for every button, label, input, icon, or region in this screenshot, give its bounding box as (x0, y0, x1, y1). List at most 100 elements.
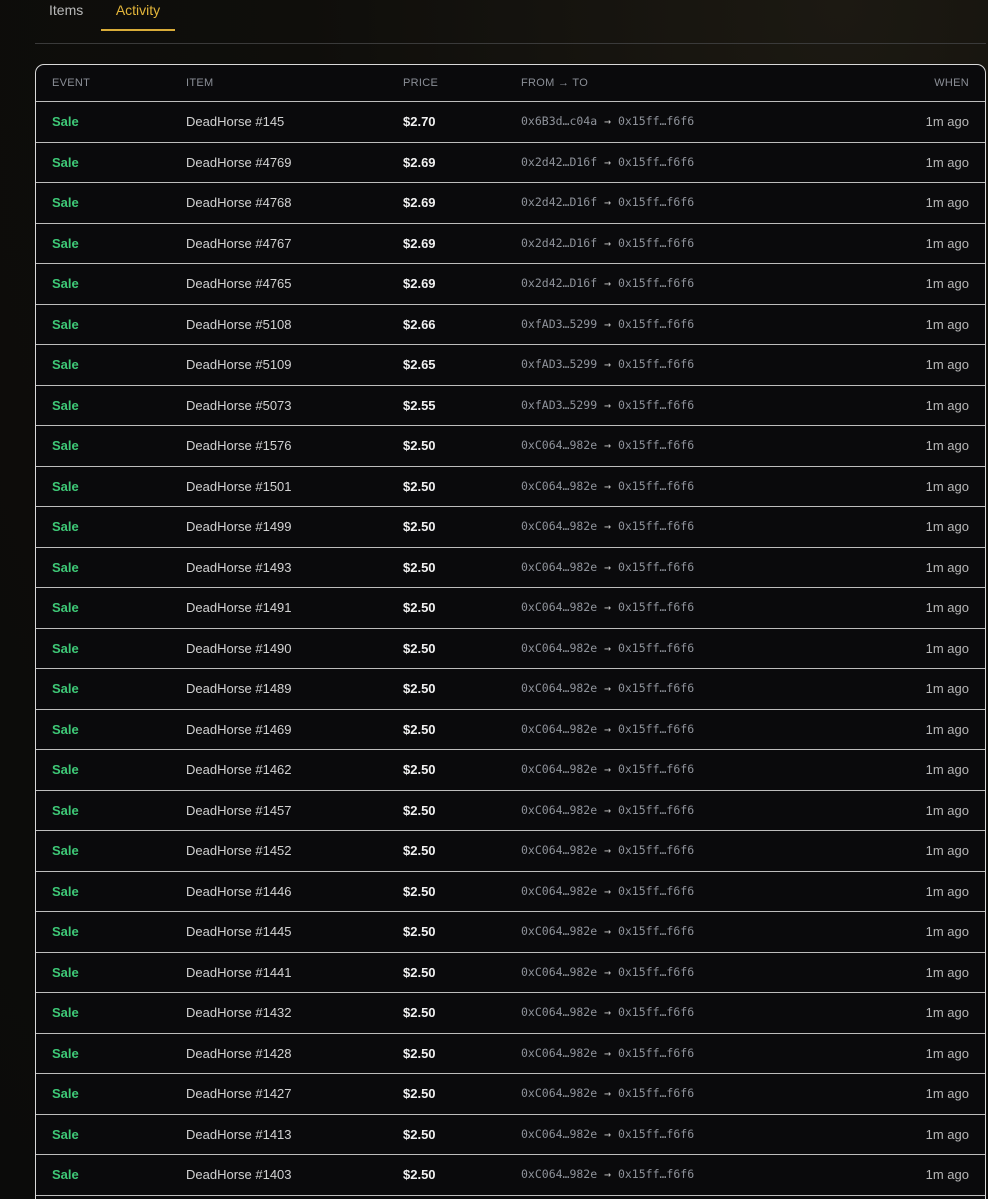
from-to-addresses[interactable]: 0xC064…982e → 0x15ff…f6f6 (521, 479, 694, 493)
to-address[interactable]: 0x15ff…f6f6 (618, 560, 694, 574)
table-row[interactable]: Sale DeadHorse #5108 $2.66 0xfAD3…5299 → 0x… (36, 305, 985, 345)
from-to-addresses[interactable]: 0xC064…982e → 0x15ff…f6f6 (521, 600, 694, 614)
item-link[interactable]: DeadHorse #1432 (186, 1005, 292, 1020)
from-address[interactable]: 0xC064…982e (521, 965, 597, 979)
from-address[interactable]: 0xC064…982e (521, 1046, 597, 1060)
from-address[interactable]: 0xC064…982e (521, 438, 597, 452)
item-link[interactable]: DeadHorse #1452 (186, 843, 292, 858)
table-row[interactable]: Sale DeadHorse #1469 $2.50 0xC064…982e → 0x… (36, 710, 985, 750)
table-row[interactable]: Sale DeadHorse #1576 $2.50 0xC064…982e → 0x… (36, 426, 985, 467)
from-address[interactable]: 0xC064…982e (521, 681, 597, 695)
table-row[interactable]: Sale DeadHorse #1462 $2.50 0xC064…982e → 0x… (36, 750, 985, 791)
table-row[interactable]: Sale DeadHorse #1490 $2.50 0xC064…982e → 0x… (36, 629, 985, 669)
to-address[interactable]: 0x15ff…f6f6 (618, 317, 694, 331)
table-row[interactable]: Sale DeadHorse #4767 $2.69 0x2d42…D16f → 0x… (36, 224, 985, 264)
item-link[interactable]: DeadHorse #1462 (186, 762, 292, 777)
to-address[interactable]: 0x15ff…f6f6 (618, 236, 694, 250)
to-address[interactable]: 0x15ff…f6f6 (618, 479, 694, 493)
item-link[interactable]: DeadHorse #4768 (186, 195, 292, 210)
from-address[interactable]: 0x2d42…D16f (521, 195, 597, 209)
to-address[interactable]: 0x15ff…f6f6 (618, 1127, 694, 1141)
to-address[interactable]: 0x15ff…f6f6 (618, 600, 694, 614)
from-address[interactable]: 0xC064…982e (521, 884, 597, 898)
from-address[interactable]: 0xC064…982e (521, 803, 597, 817)
table-row[interactable]: Sale DeadHorse #1489 $2.50 0xC064…982e → 0x… (36, 669, 985, 710)
from-address[interactable]: 0xC064…982e (521, 641, 597, 655)
to-address[interactable]: 0x15ff…f6f6 (618, 924, 694, 938)
item-link[interactable]: DeadHorse #1403 (186, 1167, 292, 1182)
tab-items[interactable]: Items (49, 0, 83, 31)
item-link[interactable]: DeadHorse #5073 (186, 398, 292, 413)
from-address[interactable]: 0xC064…982e (521, 843, 597, 857)
from-address[interactable]: 0x2d42…D16f (521, 236, 597, 250)
item-link[interactable]: DeadHorse #1499 (186, 519, 292, 534)
from-address[interactable]: 0x6B3d…c04a (521, 114, 597, 128)
table-row[interactable]: Sale DeadHorse #1499 $2.50 0xC064…982e → 0x… (36, 507, 985, 548)
to-address[interactable]: 0x15ff…f6f6 (618, 519, 694, 533)
from-to-addresses[interactable]: 0xfAD3…5299 → 0x15ff…f6f6 (521, 317, 694, 331)
from-to-addresses[interactable]: 0xC064…982e → 0x15ff…f6f6 (521, 762, 694, 776)
from-to-addresses[interactable]: 0xC064…982e → 0x15ff…f6f6 (521, 722, 694, 736)
to-address[interactable]: 0x15ff…f6f6 (618, 155, 694, 169)
from-to-addresses[interactable]: 0xC064…982e → 0x15ff…f6f6 (521, 1086, 694, 1100)
table-row[interactable]: Sale DeadHorse #1432 $2.50 0xC064…982e → 0x… (36, 993, 985, 1034)
from-to-addresses[interactable]: 0xC064…982e → 0x15ff…f6f6 (521, 924, 694, 938)
item-link[interactable]: DeadHorse #1501 (186, 479, 292, 494)
table-row[interactable]: Sale DeadHorse #1428 $2.50 0xC064…982e → 0x… (36, 1034, 985, 1074)
to-address[interactable]: 0x15ff…f6f6 (618, 681, 694, 695)
from-address[interactable]: 0xC064…982e (521, 1167, 597, 1181)
item-link[interactable]: DeadHorse #1490 (186, 641, 292, 656)
from-to-addresses[interactable]: 0xfAD3…5299 → 0x15ff…f6f6 (521, 398, 694, 412)
from-address[interactable]: 0xC064…982e (521, 1086, 597, 1100)
to-address[interactable]: 0x15ff…f6f6 (618, 195, 694, 209)
table-row[interactable]: Sale DeadHorse #4769 $2.69 0x2d42…D16f → 0x… (36, 143, 985, 183)
item-link[interactable]: DeadHorse #1491 (186, 600, 292, 615)
from-address[interactable]: 0xfAD3…5299 (521, 357, 597, 371)
from-address[interactable]: 0xfAD3…5299 (521, 398, 597, 412)
to-address[interactable]: 0x15ff…f6f6 (618, 398, 694, 412)
from-to-addresses[interactable]: 0x2d42…D16f → 0x15ff…f6f6 (521, 155, 694, 169)
table-row[interactable]: Sale DeadHorse #5109 $2.65 0xfAD3…5299 → 0x… (36, 345, 985, 386)
to-address[interactable]: 0x15ff…f6f6 (618, 357, 694, 371)
to-address[interactable]: 0x15ff…f6f6 (618, 884, 694, 898)
tab-activity[interactable]: Activity (101, 0, 175, 31)
table-row[interactable]: Sale DeadHorse #1446 $2.50 0xC064…982e → 0x… (36, 872, 985, 912)
table-row[interactable]: Sale DeadHorse #1493 $2.50 0xC064…982e → 0x… (36, 548, 985, 588)
to-address[interactable]: 0x15ff…f6f6 (618, 276, 694, 290)
from-address[interactable]: 0xfAD3…5299 (521, 317, 597, 331)
item-link[interactable]: DeadHorse #1576 (186, 438, 292, 453)
item-link[interactable]: DeadHorse #1457 (186, 803, 292, 818)
from-to-addresses[interactable]: 0xC064…982e → 0x15ff…f6f6 (521, 438, 694, 452)
table-row[interactable]: Sale DeadHorse #5073 $2.55 0xfAD3…5299 → 0x… (36, 386, 985, 426)
from-address[interactable]: 0xC064…982e (521, 519, 597, 533)
table-row[interactable]: Sale DeadHorse #1491 $2.50 0xC064…982e → 0x… (36, 588, 985, 629)
from-to-addresses[interactable]: 0xC064…982e → 0x15ff…f6f6 (521, 1046, 694, 1060)
from-address[interactable]: 0xC064…982e (521, 722, 597, 736)
from-to-addresses[interactable]: 0xC064…982e → 0x15ff…f6f6 (521, 884, 694, 898)
to-address[interactable]: 0x15ff…f6f6 (618, 1046, 694, 1060)
item-link[interactable]: DeadHorse #4765 (186, 276, 292, 291)
from-to-addresses[interactable]: 0x2d42…D16f → 0x15ff…f6f6 (521, 195, 694, 209)
from-to-addresses[interactable]: 0xC064…982e → 0x15ff…f6f6 (521, 1005, 694, 1019)
from-address[interactable]: 0xC064…982e (521, 762, 597, 776)
from-to-addresses[interactable]: 0xC064…982e → 0x15ff…f6f6 (521, 843, 694, 857)
item-link[interactable]: DeadHorse #1469 (186, 722, 292, 737)
from-address[interactable]: 0xC064…982e (521, 1127, 597, 1141)
table-row[interactable]: Sale DeadHorse #1445 $2.50 0xC064…982e → 0x… (36, 912, 985, 953)
from-to-addresses[interactable]: 0xC064…982e → 0x15ff…f6f6 (521, 519, 694, 533)
to-address[interactable]: 0x15ff…f6f6 (618, 843, 694, 857)
from-address[interactable]: 0xC064…982e (521, 1005, 597, 1019)
item-link[interactable]: DeadHorse #4769 (186, 155, 292, 170)
from-address[interactable]: 0xC064…982e (521, 924, 597, 938)
from-to-addresses[interactable]: 0xC064…982e → 0x15ff…f6f6 (521, 1127, 694, 1141)
to-address[interactable]: 0x15ff…f6f6 (618, 438, 694, 452)
item-link[interactable]: DeadHorse #1445 (186, 924, 292, 939)
to-address[interactable]: 0x15ff…f6f6 (618, 965, 694, 979)
item-link[interactable]: DeadHorse #1493 (186, 560, 292, 575)
table-row[interactable]: Sale DeadHorse #1413 $2.50 0xC064…982e → 0x… (36, 1115, 985, 1155)
item-link[interactable]: DeadHorse #145 (186, 114, 284, 129)
table-row[interactable]: Sale DeadHorse #1427 $2.50 0xC064…982e → 0x… (36, 1074, 985, 1115)
from-address[interactable]: 0xC064…982e (521, 600, 597, 614)
item-link[interactable]: DeadHorse #1446 (186, 884, 292, 899)
item-link[interactable]: DeadHorse #1441 (186, 965, 292, 980)
